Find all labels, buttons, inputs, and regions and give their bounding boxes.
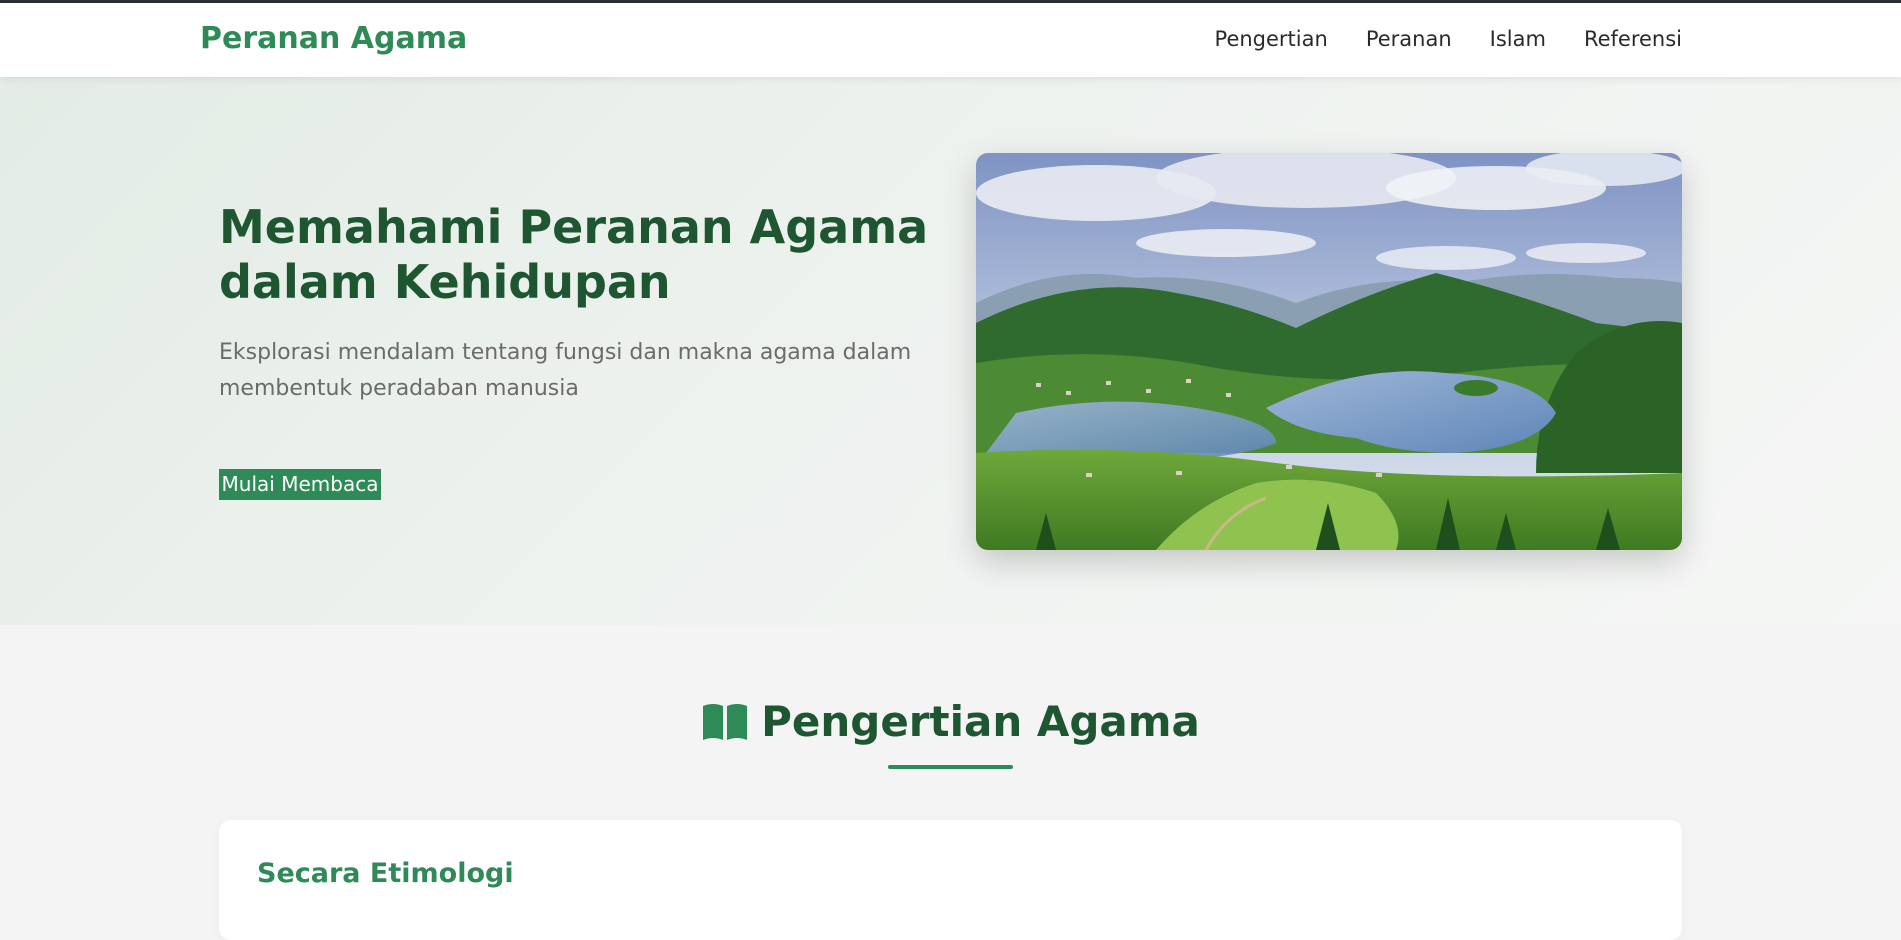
nav-link-referensi[interactable]: Referensi	[1584, 27, 1682, 51]
brand-logo[interactable]: Peranan Agama	[200, 21, 467, 56]
hero-section: Memahami Peranan Agama dalam Kehidupan E…	[0, 77, 1901, 625]
start-reading-button[interactable]: Mulai Membaca	[219, 469, 381, 500]
hero-title: Memahami Peranan Agama dalam Kehidupan	[219, 200, 929, 309]
book-open-icon	[701, 702, 749, 742]
hero-subtitle: Eksplorasi mendalam tentang fungsi dan m…	[219, 340, 912, 401]
nav-link-islam[interactable]: Islam	[1490, 27, 1546, 51]
nav-menu: Pengertian Peranan Islam Referensi	[1215, 27, 1682, 51]
hero-landscape-image	[976, 153, 1682, 550]
nav-link-pengertian[interactable]: Pengertian	[1215, 27, 1328, 51]
nav-link-peranan[interactable]: Peranan	[1366, 27, 1452, 51]
content-card: Secara Etimologi	[219, 820, 1682, 940]
section-title: Pengertian Agama	[761, 697, 1200, 746]
card-title: Secara Etimologi	[257, 858, 514, 889]
section-heading: Pengertian Agama	[0, 697, 1901, 746]
navbar: Peranan Agama Pengertian Peranan Islam R…	[0, 3, 1901, 77]
section-underline	[888, 765, 1013, 769]
